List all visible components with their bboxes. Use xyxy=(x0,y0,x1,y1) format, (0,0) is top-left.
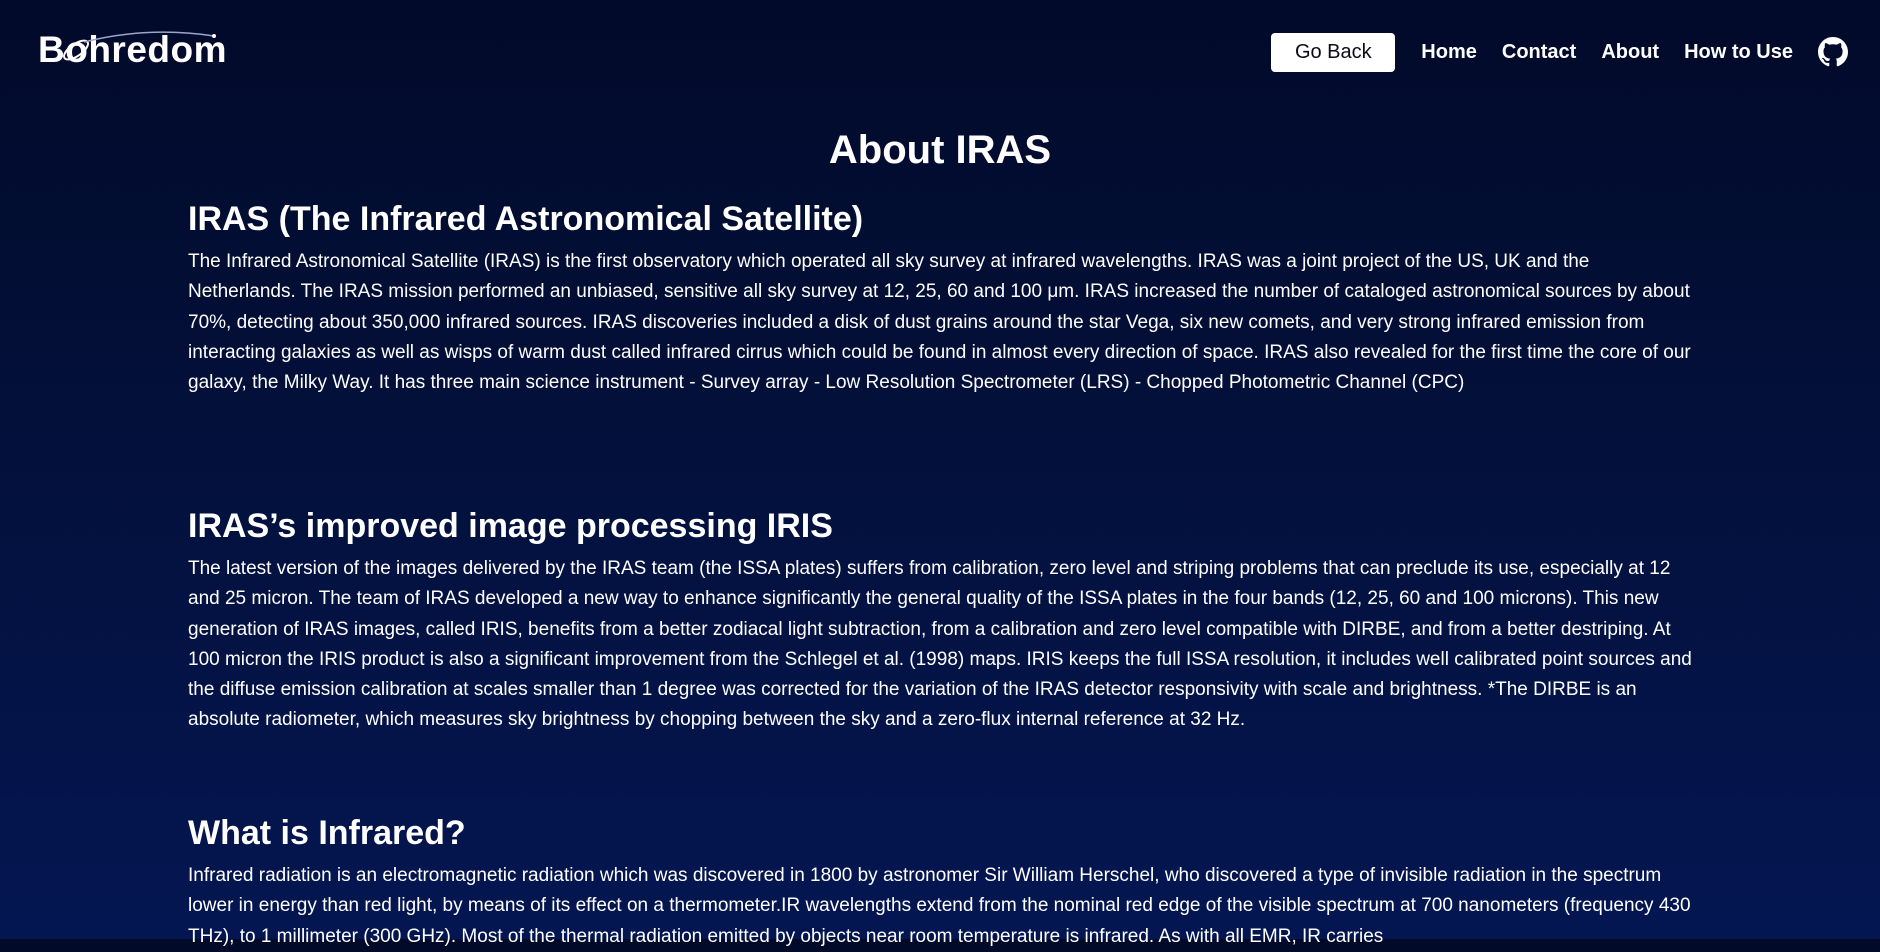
github-icon[interactable] xyxy=(1818,37,1848,67)
section-body: The latest version of the images deliver… xyxy=(188,558,1692,731)
nav-link-how-to-use[interactable]: How to Use xyxy=(1684,41,1793,64)
section-infrared: What is Infrared? Infrared radiation is … xyxy=(188,813,1698,952)
section-iris: IRAS’s improved image processing IRIS Th… xyxy=(188,506,1698,736)
section-body: The Infrared Astronomical Satellite (IRA… xyxy=(188,251,1691,394)
section-heading: IRAS’s improved image processing IRIS xyxy=(188,507,833,545)
brand-logo[interactable]: Bohredom xyxy=(38,28,252,72)
go-back-button[interactable]: Go Back xyxy=(1271,32,1396,72)
section-iras: IRAS (The Infrared Astronomical Satellit… xyxy=(188,199,1698,398)
nav-link-about[interactable]: About xyxy=(1601,41,1659,64)
section-heading: What is Infrared? xyxy=(188,814,466,852)
nav-link-contact[interactable]: Contact xyxy=(1502,41,1576,64)
nav-links: Go Back Home Contact About How to Use xyxy=(1271,32,1848,72)
section-heading: IRAS (The Infrared Astronomical Satellit… xyxy=(188,200,864,238)
section-body: Infrared radiation is an electromagnetic… xyxy=(188,865,1691,947)
page-title: About IRAS xyxy=(828,128,1052,172)
nav-link-home[interactable]: Home xyxy=(1421,41,1477,64)
orbit-icon xyxy=(63,31,216,61)
navbar: Bohredom Go Back Home Contact About How … xyxy=(0,0,1880,104)
